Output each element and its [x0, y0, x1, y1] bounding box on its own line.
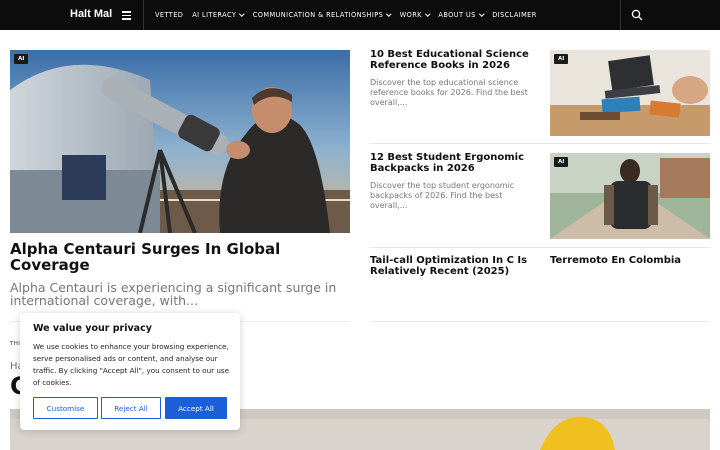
reject-all-button[interactable]: Reject All — [101, 397, 161, 419]
article-excerpt: Discover the top educational science ref… — [370, 78, 528, 107]
article-title[interactable]: 10 Best Educational Science Reference Bo… — [370, 49, 540, 71]
hero-excerpt: Alpha Centauri is experiencing a signifi… — [10, 280, 337, 308]
cookie-text: We use cookies to enhance your browsing … — [33, 342, 230, 387]
header-divider — [620, 0, 621, 30]
article-excerpt: Discover the top student ergonomic backp… — [370, 181, 515, 210]
menu-icon[interactable] — [122, 11, 131, 20]
header-divider — [143, 0, 144, 30]
nav-item-about-us[interactable]: ABOUT US — [438, 11, 484, 19]
article-thumbnail[interactable]: AI — [550, 153, 710, 239]
article-thumbnail[interactable]: AI — [550, 50, 710, 136]
chevron-down-icon — [425, 11, 431, 16]
article-title[interactable]: 12 Best Student Ergonomic Backpacks in 2… — [370, 152, 540, 174]
nav-item-disclaimer[interactable]: DISCLAIMER — [492, 11, 537, 19]
chevron-down-icon — [478, 11, 484, 16]
category-badge[interactable]: AI — [554, 157, 569, 167]
cookie-consent-banner: We value your privacy We use cookies to … — [20, 313, 240, 430]
chevron-down-icon — [239, 11, 245, 16]
hero-title[interactable]: Alpha Centauri Surges In Global Coverage — [10, 241, 340, 273]
nav-item-ai-literacy[interactable]: AI LITERACY — [192, 11, 245, 19]
category-badge[interactable]: AI — [14, 54, 29, 64]
section-tag: THI — [10, 341, 21, 347]
divider — [370, 321, 710, 322]
search-icon[interactable] — [631, 9, 643, 21]
site-logo[interactable]: Halt Mal — [70, 8, 112, 20]
article-title[interactable]: Terremoto En Colombia — [550, 255, 710, 267]
nav-item-vetted[interactable]: VETTED — [155, 11, 183, 19]
cookie-title: We value your privacy — [33, 323, 152, 334]
customise-button[interactable]: Customise — [33, 397, 98, 419]
article-title[interactable]: Tail-call Optimization In C Is Relativel… — [370, 255, 540, 277]
nav-item-work[interactable]: WORK — [400, 11, 431, 19]
hero-image[interactable]: AI — [10, 50, 350, 233]
accept-all-button[interactable]: Accept All — [165, 397, 227, 419]
category-badge[interactable]: AI — [554, 54, 569, 64]
nav-item-communication[interactable]: COMMUNICATION & RELATIONSHIPS — [253, 11, 392, 19]
site-header: Halt Mal VETTED AI LITERACY COMMUNICATIO… — [0, 0, 720, 30]
main-nav: VETTED AI LITERACY COMMUNICATION & RELAT… — [155, 0, 546, 30]
divider — [370, 143, 710, 144]
chevron-down-icon — [386, 11, 392, 16]
divider — [370, 247, 710, 248]
